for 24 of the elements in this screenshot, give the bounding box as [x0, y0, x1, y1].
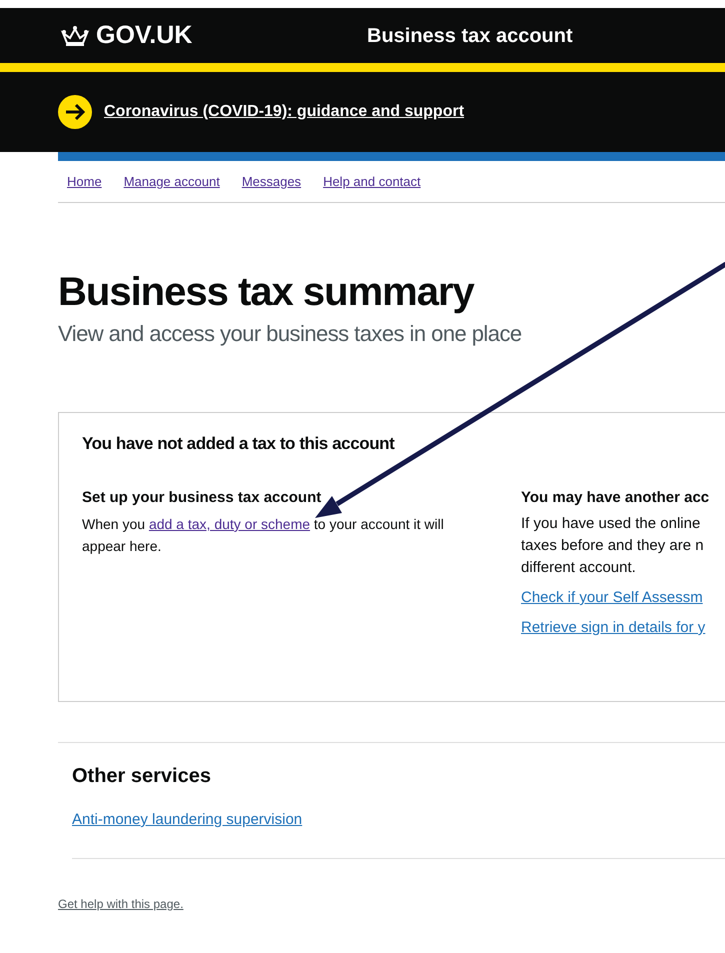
- info-text-line: different account.: [521, 558, 637, 578]
- account-link[interactable]: Retrieve sign in details for y: [521, 617, 725, 639]
- page-subtitle: View and access your business taxes in one place: [58, 320, 523, 348]
- add-tax-link[interactable]: add a tax, duty or scheme: [148, 516, 310, 532]
- setup-text: When you add a tax, duty or scheme to your account it will appear here.: [82, 515, 445, 556]
- nav-link[interactable]: Manage account: [124, 172, 220, 192]
- arrow-circle-icon: [58, 95, 92, 129]
- covid-guidance-link[interactable]: Coronavirus (COVID-19): guidance and support: [104, 100, 464, 124]
- service-link[interactable]: Anti-money laundering supervision: [72, 809, 302, 832]
- nav-link[interactable]: Messages: [242, 172, 302, 192]
- service-name[interactable]: Business tax account: [367, 20, 573, 50]
- section-heading: Set up your business tax account: [82, 488, 322, 508]
- crown-icon: [60, 24, 90, 46]
- info-text-line: If you have used the online: [521, 514, 702, 534]
- other-services-heading: Other services: [72, 764, 212, 789]
- page-title: Business tax summary: [58, 269, 476, 316]
- account-link[interactable]: Check if your Self Assessm: [521, 587, 725, 609]
- nav-link[interactable]: Home: [67, 172, 102, 192]
- info-text-line: taxes before and they are n: [521, 536, 705, 556]
- help-link[interactable]: Get help with this page.: [58, 895, 184, 913]
- panel-heading: You have not added a tax to this account: [82, 433, 396, 455]
- nav-link[interactable]: Help and contact: [323, 172, 421, 192]
- section-heading: You may have another acc: [521, 488, 710, 508]
- govuk-logo[interactable]: GOV.UK: [96, 16, 192, 54]
